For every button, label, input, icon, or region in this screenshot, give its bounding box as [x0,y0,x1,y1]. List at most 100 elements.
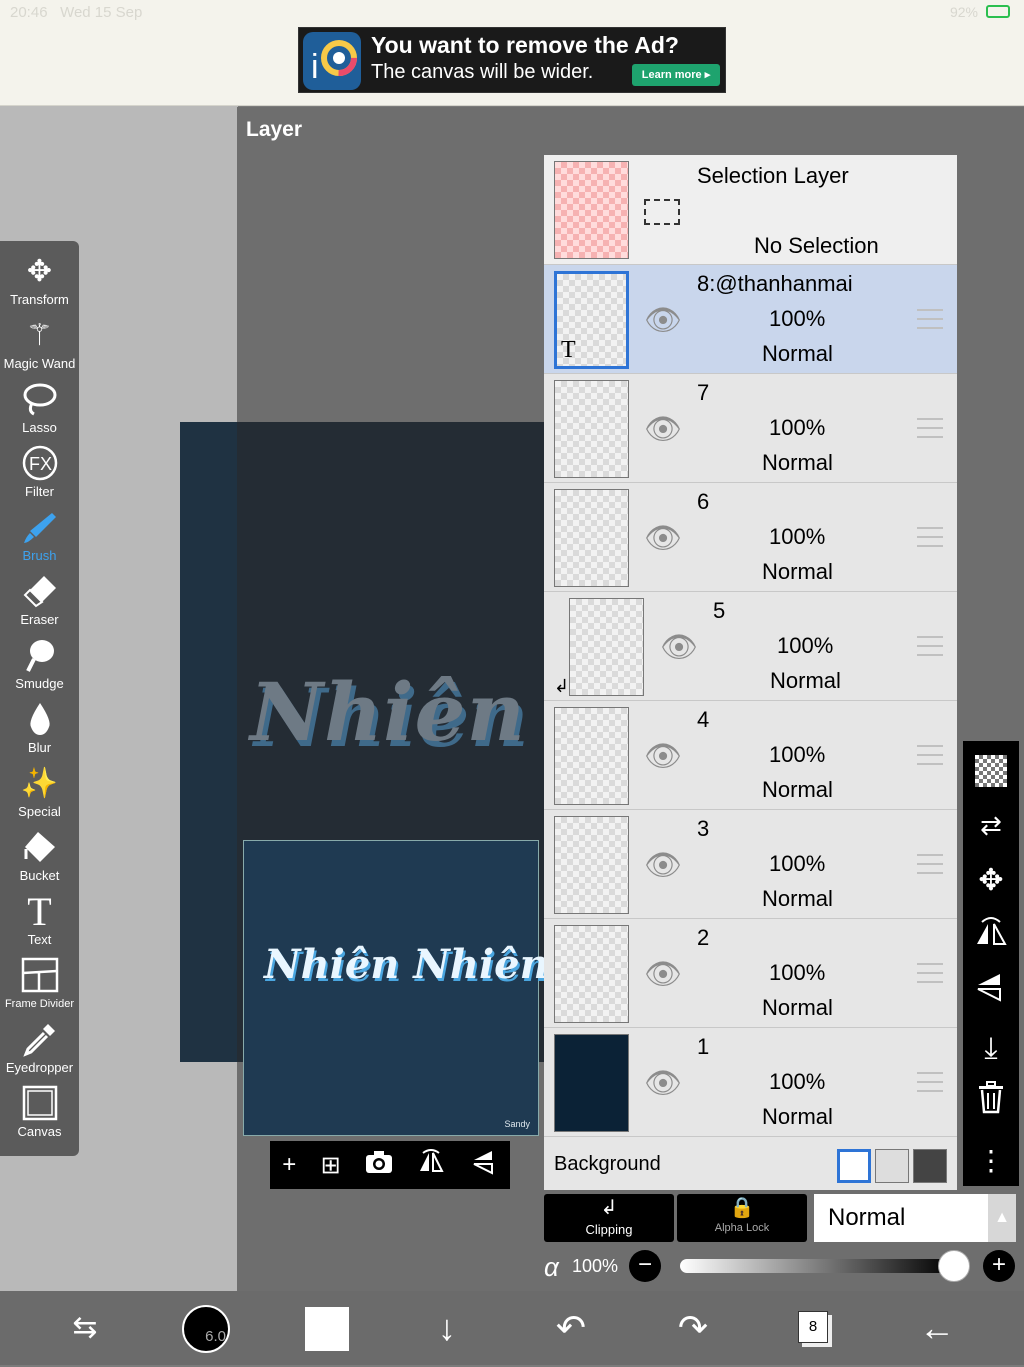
tool-magic-wand[interactable]: ⚚ Magic Wand [0,317,79,381]
eye-icon[interactable]: 👁 [644,957,682,992]
opacity-slider[interactable] [680,1259,952,1273]
move-down-button[interactable]: ↓ [422,1303,472,1353]
opacity-increase-button[interactable]: + [983,1250,1015,1282]
drag-handle-icon[interactable] [917,418,943,438]
tool-text[interactable]: T Text [0,892,79,957]
selection-layer-title: Selection Layer [697,163,849,188]
selection-layer-row[interactable]: Selection Layer No Selection [544,155,957,265]
redo-button[interactable]: ↷ [668,1303,718,1353]
drag-handle-icon[interactable] [917,1072,943,1092]
tool-eyedropper[interactable]: Eyedropper [0,1021,79,1085]
tool-special[interactable]: ✨ Special [0,765,79,829]
drag-handle-icon[interactable] [917,854,943,874]
flip-horizontal-icon[interactable] [417,1148,445,1182]
ad-banner[interactable]: i You want to remove the Ad? The canvas … [298,27,726,93]
layers-button[interactable]: 8 [798,1311,828,1343]
chevron-up-icon[interactable]: ▲ [988,1194,1016,1242]
flip-vertical-icon[interactable] [470,1149,498,1182]
layer-blend-mode: Normal [762,450,833,475]
tool-switch-icon: ⇆ [72,1311,98,1344]
layer-row[interactable]: 👁 1 100% Normal [544,1028,957,1137]
layer-blend-mode: Normal [762,995,833,1020]
move-layer-button[interactable]: ✥ [963,853,1019,909]
smudge-icon [0,637,79,677]
eye-icon[interactable]: 👁 [644,848,682,883]
drag-handle-icon[interactable] [917,745,943,765]
tool-sidebar: ✥ Transform ⚚ Magic Wand Lasso FX Filter Br… [0,241,79,1156]
battery-icon [986,5,1010,18]
move-icon: ✥ [26,255,53,288]
text-layer-icon: T [561,337,576,363]
eye-icon[interactable]: 👁 [660,630,698,665]
selection-layer-thumbnail [554,161,629,259]
layer-thumbnail: T [554,271,629,369]
layer-row[interactable]: 👁 2 100% Normal [544,919,957,1028]
eye-icon[interactable]: 👁 [644,303,682,338]
ibispaint-logo-icon: i [303,32,361,90]
opacity-decrease-button[interactable]: − [629,1250,661,1282]
drag-handle-icon[interactable] [917,527,943,547]
tool-brush[interactable]: Brush [0,509,79,573]
tool-filter[interactable]: FX Filter [0,445,79,509]
blur-icon [0,701,79,741]
layer-row[interactable]: 👁 4 100% Normal [544,701,957,810]
camera-icon[interactable] [365,1150,393,1181]
layer-thumbnail [569,598,644,696]
tool-swap-button[interactable]: ⇆ [60,1303,110,1353]
layer-name: 6 [697,489,710,514]
eye-icon[interactable]: 👁 [644,521,682,556]
background-white-swatch[interactable] [837,1149,871,1183]
background-dark-swatch[interactable] [913,1149,947,1183]
opacity-slider-handle[interactable] [938,1250,970,1282]
add-layer-copy-icon[interactable]: ⊞ [321,1151,341,1180]
delete-layer-button[interactable] [963,1077,1019,1133]
more-options-button[interactable]: ⋮ [963,1133,1019,1189]
merge-down-button[interactable]: ⤓ [963,1021,1019,1077]
layer-row[interactable]: 👁 6 100% Normal [544,483,957,592]
learn-more-button[interactable]: Learn more ▸ [632,64,720,86]
layer-row[interactable]: 👁 3 100% Normal [544,810,957,919]
arrow-left-icon: ← [919,1307,955,1348]
undo-icon: ↶ [555,1307,587,1348]
tool-canvas[interactable]: Canvas [0,1085,79,1149]
background-row: Background [544,1141,957,1190]
merge-layer-button[interactable]: ⇄ [963,797,1019,853]
brush-size-button[interactable]: 6.0 [182,1305,230,1353]
eye-icon[interactable]: 👁 [644,739,682,774]
tool-bucket[interactable]: Bucket [0,829,79,893]
layer-row[interactable]: ↲ 👁 5 100% Normal [544,592,957,701]
alpha-lock-button[interactable]: 🔒 Alpha Lock [677,1194,807,1242]
transparency-checker-button[interactable] [963,741,1019,797]
tool-blur[interactable]: Blur [0,701,79,765]
tool-lasso[interactable]: Lasso [0,381,79,445]
tool-transform[interactable]: ✥ Transform [0,253,79,317]
arrow-down-icon: ↓ [438,1307,456,1348]
blend-mode-select[interactable]: Normal [814,1194,988,1242]
background-transparent-swatch[interactable] [875,1149,909,1183]
layer-name: 8:@thanhanmai [697,271,853,296]
layer-opacity: 100% [769,960,826,985]
tool-eraser[interactable]: Eraser [0,573,79,637]
layer-row[interactable]: 👁 7 100% Normal [544,374,957,483]
layer-blend-mode: Normal [762,341,833,366]
ad-subtitle: The canvas will be wider. [371,61,594,83]
eye-icon[interactable]: 👁 [644,1066,682,1101]
add-layer-icon[interactable]: + [282,1151,296,1179]
tool-frame-divider[interactable]: Frame Divider [0,957,79,1021]
drag-handle-icon[interactable] [917,636,943,656]
layer-blend-mode: Normal [762,559,833,584]
drag-handle-icon[interactable] [917,963,943,983]
layer-swap-icon: ⇄ [980,810,1002,840]
drag-handle-icon[interactable] [917,309,943,329]
flip-vertical-button[interactable] [963,965,1019,1021]
eye-icon[interactable]: 👁 [644,412,682,447]
layer-thumbnail [554,489,629,587]
flip-horizontal-button[interactable] [963,909,1019,965]
clipping-button[interactable]: ↲ Clipping [544,1194,674,1242]
layer-name: 3 [697,816,710,841]
layer-row[interactable]: T 👁 8:@thanhanmai 100% Normal [544,265,957,374]
color-swatch-button[interactable] [305,1307,349,1351]
tool-smudge[interactable]: Smudge [0,637,79,701]
undo-button[interactable]: ↶ [546,1303,596,1353]
back-button[interactable]: ← [912,1303,962,1353]
